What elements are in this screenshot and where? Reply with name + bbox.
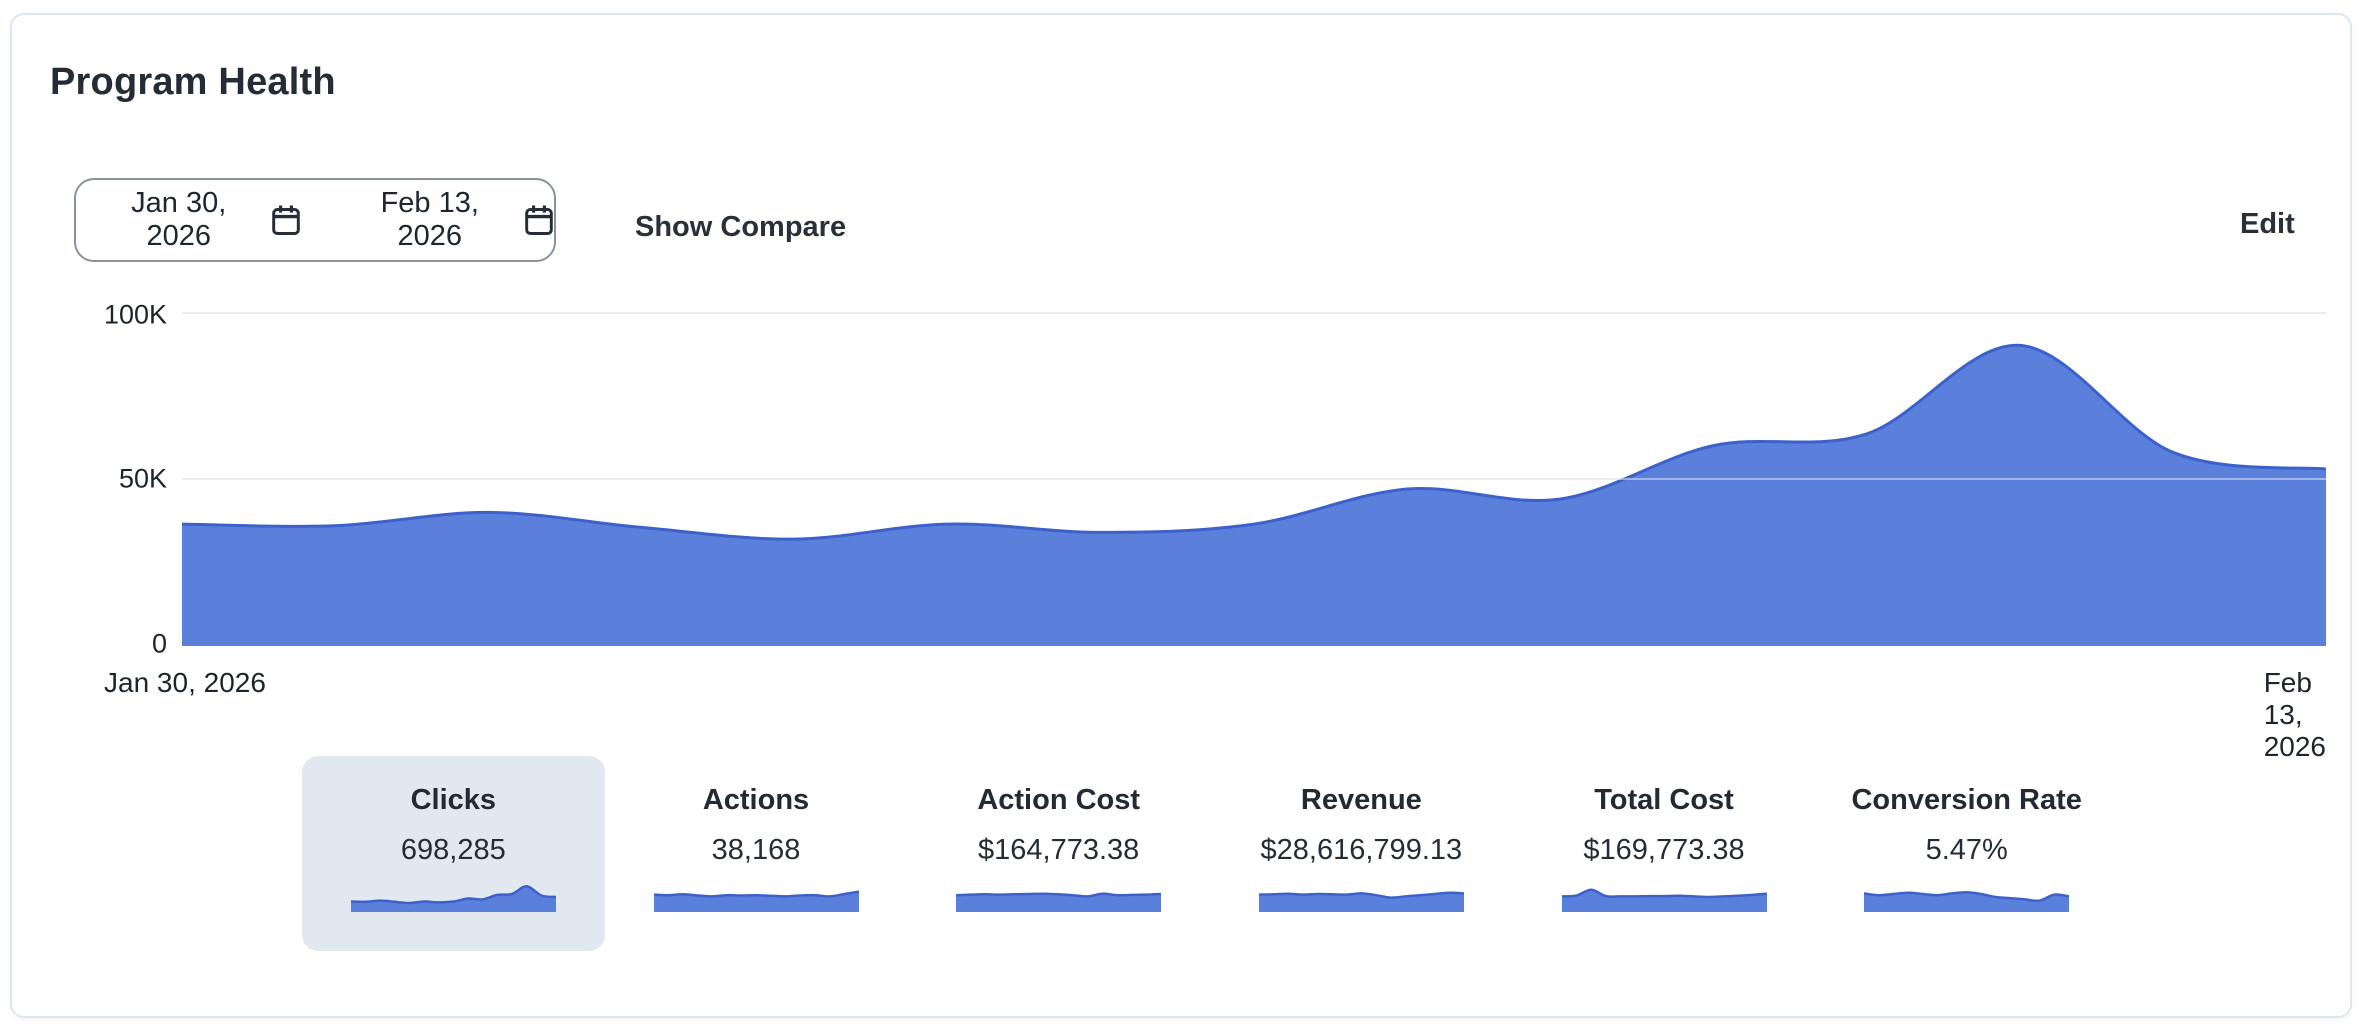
metric-card-total-cost[interactable]: Total Cost $169,773.38 [1513, 756, 1816, 951]
metric-label: Clicks [411, 786, 496, 815]
metric-label: Conversion Rate [1851, 786, 2081, 815]
x-axis-end-label: Feb 13, 2026 [2264, 667, 2326, 763]
start-date-button[interactable]: Jan 30, 2026 [100, 187, 301, 253]
y-axis-tick-0: 0 [57, 629, 167, 660]
metric-card-conversion-rate[interactable]: Conversion Rate 5.47% [1815, 756, 2118, 951]
metric-label: Actions [703, 786, 809, 815]
y-axis-tick-50k: 50K [57, 464, 167, 495]
metric-sparkline [654, 882, 859, 912]
calendar-icon [271, 204, 301, 236]
metric-value: $164,773.38 [978, 836, 1139, 865]
metric-card-revenue[interactable]: Revenue $28,616,799.13 [1210, 756, 1513, 951]
end-date-value: Feb 13, 2026 [349, 187, 510, 253]
metric-value: 38,168 [712, 836, 801, 865]
metric-label: Action Cost [977, 786, 1140, 815]
metric-sparkline [1259, 882, 1464, 912]
calendar-icon [524, 204, 554, 236]
date-range-picker[interactable]: Jan 30, 2026 Feb 13, 2026 [74, 178, 556, 262]
metric-card-action-cost[interactable]: Action Cost $164,773.38 [907, 756, 1210, 951]
metric-sparkline [1864, 882, 2069, 912]
show-compare-button[interactable]: Show Compare [635, 211, 846, 244]
metric-card-actions[interactable]: Actions 38,168 [605, 756, 908, 951]
metric-sparkline [956, 882, 1161, 912]
metric-value: 698,285 [401, 836, 506, 865]
x-axis-start-label: Jan 30, 2026 [104, 667, 266, 699]
program-health-card: Program Health Jan 30, 2026 Feb 13, 2026… [10, 13, 2352, 1018]
area-chart-plot [182, 312, 2326, 646]
metric-cards: Clicks 698,285 Actions 38,168 Action Cos… [302, 756, 2118, 951]
metric-card-clicks[interactable]: Clicks 698,285 [302, 756, 605, 951]
metric-label: Total Cost [1594, 786, 1734, 815]
page-title: Program Health [50, 61, 336, 104]
metric-value: $169,773.38 [1583, 836, 1744, 865]
start-date-value: Jan 30, 2026 [100, 187, 257, 253]
metric-value: 5.47% [1926, 836, 2008, 865]
metric-value: $28,616,799.13 [1261, 836, 1463, 865]
metric-label: Revenue [1301, 786, 1422, 815]
end-date-button[interactable]: Feb 13, 2026 [349, 187, 554, 253]
metric-sparkline [351, 882, 556, 912]
y-axis-tick-100k: 100K [57, 300, 167, 331]
edit-button[interactable]: Edit [2240, 208, 2295, 241]
metric-sparkline [1562, 882, 1767, 912]
